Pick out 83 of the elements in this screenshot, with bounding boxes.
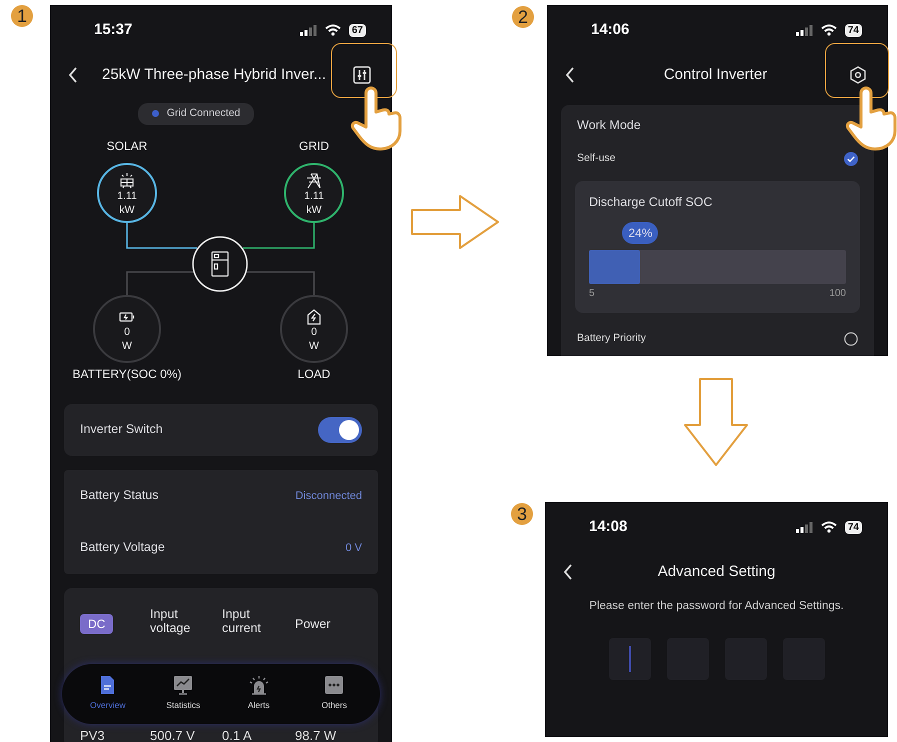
step-number: 1 (11, 5, 33, 27)
step-number: 3 (511, 503, 533, 525)
toggle-switch[interactable] (318, 416, 362, 443)
power-unit: W (122, 340, 132, 352)
radio-button[interactable] (844, 332, 858, 346)
status-label: Grid Connected (166, 106, 240, 121)
signal-icon (796, 24, 813, 36)
value-bubble: 24% (622, 222, 658, 244)
wifi-icon (324, 24, 341, 36)
sliders-icon[interactable] (353, 66, 371, 84)
table-cell-text: PV3 (80, 727, 106, 742)
node-label: SOLAR (106, 138, 148, 153)
radio-button[interactable] (844, 152, 858, 166)
battery-level: 74 (844, 520, 862, 534)
wifi-icon (820, 24, 837, 36)
back-icon[interactable] (565, 67, 575, 83)
info-value: Disconnected (295, 488, 362, 504)
node-label: BATTERY(SOC 0%) (72, 366, 182, 381)
power-value: 0 (311, 326, 317, 338)
status-time: 14:06 (591, 20, 630, 40)
tab-item[interactable]: Overview (78, 675, 138, 712)
mode-label: Battery Priority (577, 330, 646, 346)
info-label: Battery Status (80, 487, 159, 504)
column-header: Input voltage (150, 607, 192, 636)
inverter-cabinet-icon (211, 251, 229, 276)
step-number: 2 (512, 6, 534, 28)
battery-level: 74 (844, 24, 862, 36)
mode-label: Self-use (577, 151, 616, 166)
info-label: Battery Voltage (80, 539, 165, 556)
back-icon[interactable] (68, 67, 78, 83)
power-value: 1.11 (304, 190, 324, 202)
tab-item[interactable]: Statistics (153, 675, 214, 712)
power-pylon-icon (306, 173, 322, 188)
power-value: 1.11 (117, 190, 137, 202)
flow-line (246, 270, 315, 296)
setting-label: Inverter Switch (80, 421, 163, 438)
inverter-node (192, 236, 248, 292)
signal-icon (300, 24, 317, 36)
pin-field[interactable] (608, 638, 650, 680)
text-cursor (628, 646, 630, 672)
settings-icon[interactable] (850, 66, 866, 84)
wifi-icon (820, 521, 837, 533)
table-cell-text: 500.7 V (150, 727, 196, 742)
slider-title: Discharge Cutoff SOC (589, 194, 714, 211)
status-time: 15:37 (94, 20, 132, 40)
battery-level: 67 (348, 24, 366, 36)
info-value: 0 V (345, 540, 362, 556)
back-icon[interactable] (563, 564, 573, 580)
column-header: Input current (222, 607, 262, 636)
slider-min: 5 (589, 286, 595, 301)
column-header: Power (295, 616, 330, 631)
screen-title: 25kW Three-phase Hybrid Inver... (102, 64, 327, 85)
power-unit: kW (119, 204, 135, 216)
solar-panel-icon (120, 172, 134, 188)
prompt-text: Please enter the password for Advanced Settings. (588, 599, 845, 614)
signal-icon (796, 522, 813, 532)
document-icon (100, 675, 116, 696)
power-unit: W (309, 340, 319, 352)
flow-line (126, 270, 194, 296)
table-cell-text: 98.7 W (295, 727, 338, 742)
battery-icon (119, 312, 134, 322)
node-label: GRID (299, 138, 329, 153)
house-bolt-icon (307, 308, 321, 324)
down-arrow-icon (683, 377, 749, 467)
chart-monitor-icon (173, 675, 194, 696)
tab-item[interactable]: Alerts (228, 675, 289, 712)
section-title: Work Mode (577, 116, 641, 134)
table-cell-text: 0.1 A (222, 727, 253, 742)
power-unit: kW (306, 204, 322, 216)
screen-title: Control Inverter (662, 64, 768, 85)
pointing-hand-icon (845, 85, 897, 151)
more-icon (324, 675, 344, 696)
power-value: 0 (124, 326, 130, 338)
status-time: 14:08 (589, 516, 628, 537)
tab-item[interactable]: Others (304, 675, 364, 712)
flow-line (243, 222, 315, 249)
right-arrow-icon (410, 194, 500, 250)
flow-line (126, 222, 197, 249)
node-label: LOAD (298, 366, 330, 381)
dc-label: DC (80, 614, 114, 634)
screen-title: Advanced Setting (656, 562, 776, 582)
siren-icon (248, 675, 269, 696)
slider-max: 100 (829, 286, 846, 301)
